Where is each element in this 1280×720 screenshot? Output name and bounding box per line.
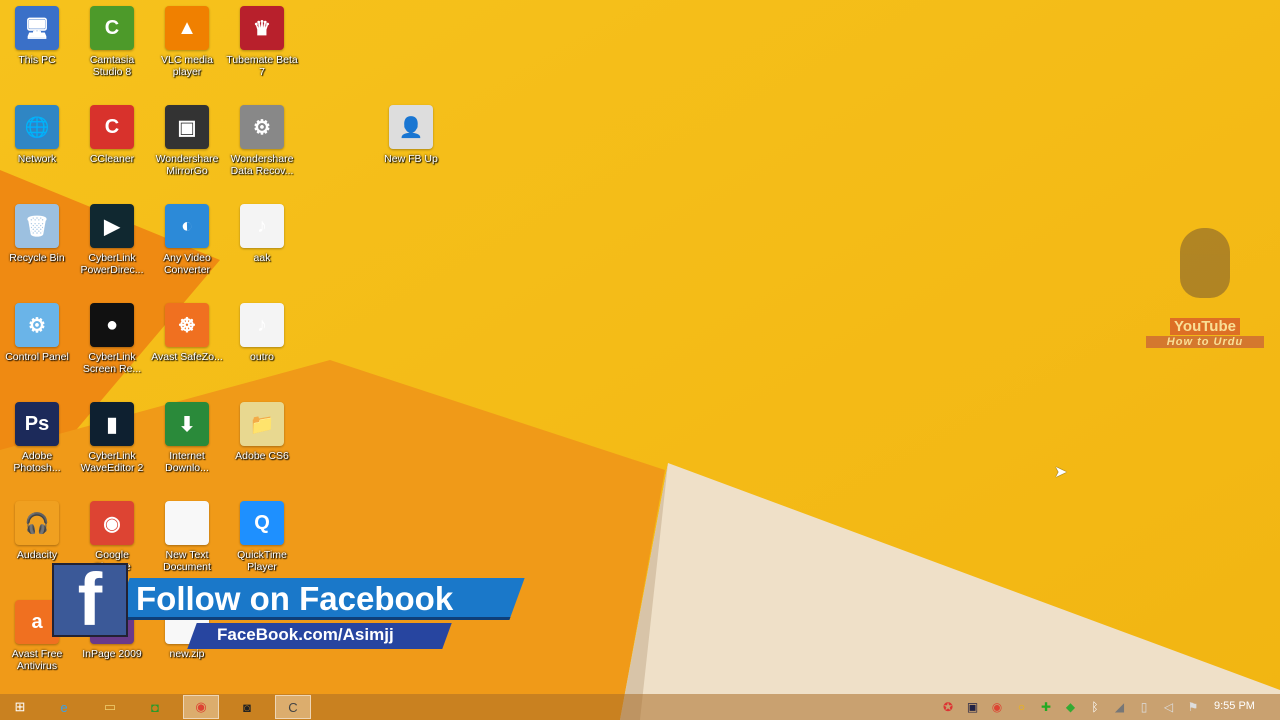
app-icon: Ps bbox=[15, 402, 59, 446]
channel-watermark: YouTube How to Urdu bbox=[1146, 228, 1264, 358]
security-tray-icon[interactable]: ◆ bbox=[1063, 699, 1079, 715]
desktop-icon-label: Wondershare MirrorGo bbox=[155, 153, 219, 177]
display-tray-icon[interactable]: ▣ bbox=[965, 699, 981, 715]
desktop-icon-label: Tubemate Beta 7 bbox=[226, 54, 298, 78]
app-icon: ♪ bbox=[240, 303, 284, 347]
desktop-icon[interactable]: ♛ Tubemate Beta 7 bbox=[225, 6, 299, 78]
app-icon: ♪ bbox=[240, 204, 284, 248]
banner-url: FaceBook.com/Asimjj bbox=[217, 625, 394, 644]
taskbar-file-explorer-icon[interactable]: ▭ bbox=[92, 695, 128, 719]
app-icon: ▣ bbox=[165, 105, 209, 149]
watermark-caption: How to Urdu bbox=[1146, 336, 1264, 348]
desktop-icon[interactable]: ♪ aak bbox=[225, 204, 299, 264]
desktop-icon-label: Audacity bbox=[16, 549, 58, 561]
watermark-brand: YouTube bbox=[1170, 318, 1240, 335]
desktop-icon-label: Any Video Converter bbox=[163, 252, 211, 276]
desktop-icon-label: Adobe CS6 bbox=[235, 450, 289, 462]
facebook-banner: f Follow on Facebook FaceBook.com/Asimjj bbox=[52, 563, 525, 653]
desktop-icon-label: Camtasia Studio 8 bbox=[89, 54, 135, 78]
desktop-icon[interactable]: Ps Adobe Photosh... bbox=[0, 402, 74, 474]
banner-title: Follow on Facebook bbox=[136, 580, 454, 617]
desktop-icon[interactable]: ⚙ Control Panel bbox=[0, 303, 74, 363]
desktop-icon[interactable]: ⬇ Internet Downlo... bbox=[150, 402, 224, 474]
app-icon: ▶ bbox=[90, 204, 134, 248]
desktop-icon[interactable]: 🗑 Recycle Bin bbox=[0, 204, 74, 264]
desktop-icon[interactable]: 🌐 Network bbox=[0, 105, 74, 165]
desktop-icon[interactable]: 📁 Adobe CS6 bbox=[225, 402, 299, 462]
app-icon: ◉ bbox=[90, 501, 134, 545]
desktop-icon-label: CyberLink Screen Re... bbox=[82, 351, 142, 375]
app-icon: 🎧 bbox=[15, 501, 59, 545]
desktop-icon-label: CyberLink WaveEditor 2 bbox=[80, 450, 144, 474]
desktop-icon[interactable]: ☸ Avast SafeZo... bbox=[150, 303, 224, 363]
mouse-cursor-icon: ➤ bbox=[1054, 464, 1068, 481]
desktop-icon[interactable]: ▶ CyberLink PowerDirec... bbox=[75, 204, 149, 276]
app-icon: Q bbox=[240, 501, 284, 545]
desktop-icon[interactable]: 🎧 Audacity bbox=[0, 501, 74, 561]
desktop-icon-label: Control Panel bbox=[5, 351, 69, 363]
app-icon: ◐ bbox=[165, 204, 209, 248]
avatar bbox=[1180, 228, 1230, 298]
desktop-icon[interactable]: ▣ Wondershare MirrorGo bbox=[150, 105, 224, 177]
desktop-icon-label: This PC bbox=[18, 54, 56, 66]
desktop-icon-label: Network bbox=[17, 153, 57, 165]
desktop-icon[interactable]: ▮ CyberLink WaveEditor 2 bbox=[75, 402, 149, 474]
app-icon: 🖥 bbox=[15, 6, 59, 50]
desktop-icon-label: New FB Up bbox=[384, 153, 438, 165]
action-center-tray-icon[interactable]: ⚑ bbox=[1185, 699, 1201, 715]
network-tray-icon[interactable]: ✚ bbox=[1038, 699, 1054, 715]
app-icon: ⚙ bbox=[240, 105, 284, 149]
taskbar-chrome-icon[interactable]: ◉ bbox=[183, 695, 219, 719]
app-icon: ⚙ bbox=[15, 303, 59, 347]
desktop-icon[interactable]: ● CyberLink Screen Re... bbox=[75, 303, 149, 375]
app-icon: 👤 bbox=[389, 105, 433, 149]
app-icon: C bbox=[90, 6, 134, 50]
taskbar-camtasia-studio-icon[interactable]: C bbox=[275, 695, 311, 719]
norton-tray-icon[interactable]: ○ bbox=[1014, 699, 1030, 715]
desktop-icon-label: outro bbox=[250, 351, 274, 363]
desktop-icon[interactable]: ◐ Any Video Converter bbox=[150, 204, 224, 276]
taskbar-camtasia-recorder-icon[interactable]: ◘ bbox=[137, 695, 173, 719]
desktop-icon-label: Internet Downlo... bbox=[165, 450, 209, 474]
desktop-icon-label: CyberLink PowerDirec... bbox=[80, 252, 144, 276]
app-icon: ☸ bbox=[165, 303, 209, 347]
volume-tray-icon[interactable]: ◁ bbox=[1161, 699, 1177, 715]
desktop-icon-label: Avast SafeZo... bbox=[151, 351, 223, 363]
taskbar-start-button-icon[interactable]: ⊞ bbox=[2, 695, 38, 719]
taskbar: ⊞ e ▭ ◘ ◉ ◙ C ✪ ▣ ◉ ○ ✚ ◆ ᛒ ◢ ▯ ◁ ⚑ 9:55 PM bbox=[0, 694, 1280, 720]
taskbar-internet-explorer-icon[interactable]: e bbox=[46, 695, 82, 719]
app-icon: ⬇ bbox=[165, 402, 209, 446]
app-icon: ♛ bbox=[240, 6, 284, 50]
facebook-logo-icon: f bbox=[52, 563, 128, 637]
desktop-icon-label: Recycle Bin bbox=[9, 252, 65, 264]
desktop-icon-label: VLC media player bbox=[161, 54, 213, 78]
desktop-icon[interactable]: C Camtasia Studio 8 bbox=[75, 6, 149, 78]
desktop-icon-label: CCleaner bbox=[89, 153, 135, 165]
desktop-icon[interactable]: ▲ VLC media player bbox=[150, 6, 224, 78]
desktop-icon[interactable]: C CCleaner bbox=[75, 105, 149, 165]
app-icon: ▮ bbox=[90, 402, 134, 446]
app-icon: ● bbox=[90, 303, 134, 347]
desktop-icon[interactable]: 👤 New FB Up bbox=[374, 105, 448, 165]
battery-tray-icon[interactable]: ▯ bbox=[1136, 699, 1152, 715]
app-icon: 📁 bbox=[240, 402, 284, 446]
app-icon: ▲ bbox=[165, 6, 209, 50]
signal-tray-icon[interactable]: ◢ bbox=[1112, 699, 1128, 715]
taskbar-screen-recorder-icon[interactable]: ◙ bbox=[229, 695, 265, 719]
desktop-icon[interactable]: 🖥 This PC bbox=[0, 6, 74, 66]
app-icon: 🗑 bbox=[15, 204, 59, 248]
desktop-icon-label: Wondershare Data Recov... bbox=[230, 153, 294, 177]
chrome-tray-icon[interactable]: ◉ bbox=[989, 699, 1005, 715]
desktop-icon-label: aak bbox=[253, 252, 271, 264]
clock[interactable]: 9:55 PM bbox=[1214, 700, 1255, 712]
desktop-icon[interactable]: ⚙ Wondershare Data Recov... bbox=[225, 105, 299, 177]
app-icon bbox=[165, 501, 209, 545]
bluetooth-tray-icon[interactable]: ᛒ bbox=[1087, 699, 1103, 715]
avast-tray-icon[interactable]: ✪ bbox=[940, 699, 956, 715]
app-icon: C bbox=[90, 105, 134, 149]
desktop-icon-label: Adobe Photosh... bbox=[13, 450, 61, 474]
app-icon: 🌐 bbox=[15, 105, 59, 149]
desktop-icon[interactable]: ♪ outro bbox=[225, 303, 299, 363]
